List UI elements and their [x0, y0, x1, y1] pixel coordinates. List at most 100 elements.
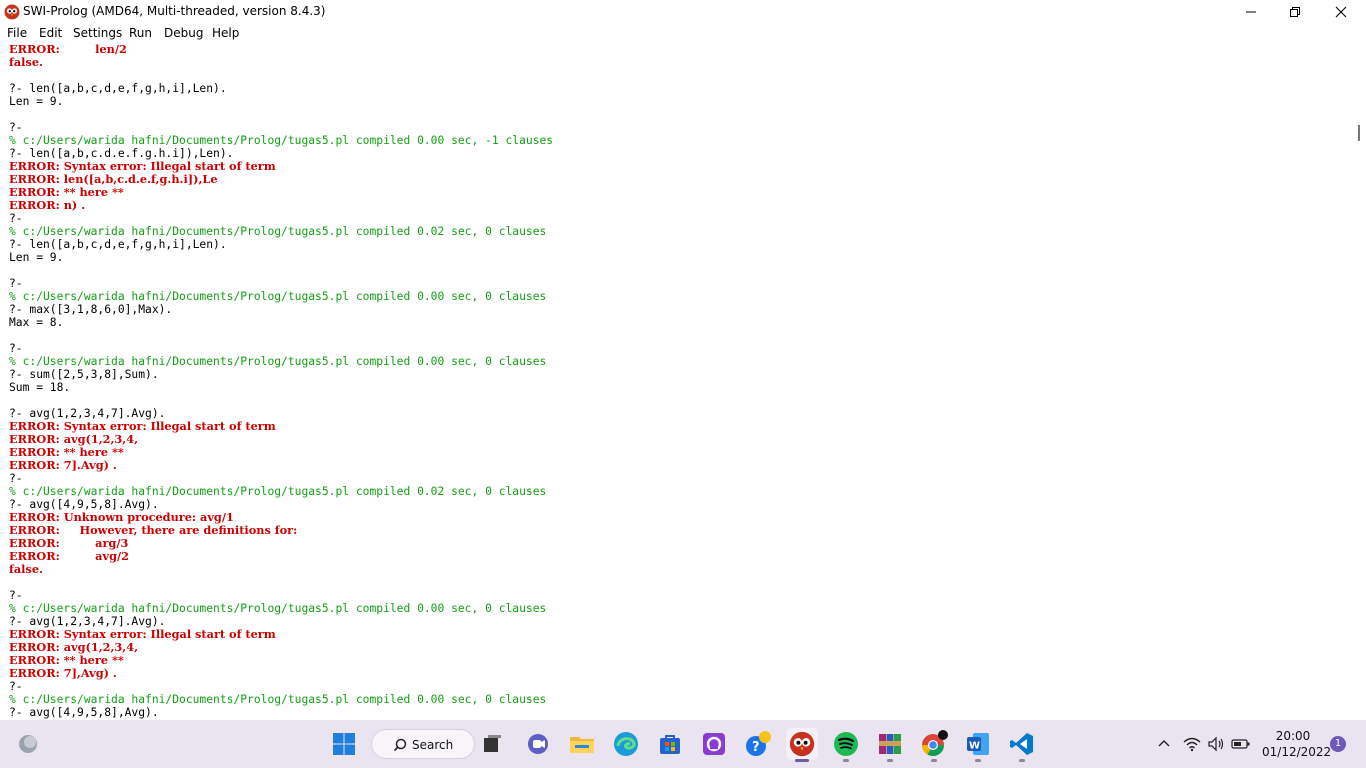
- clock-time: 20:00: [1275, 729, 1311, 743]
- console-line: ?- len([a,b,c,d,e,f,g,h,i],Len).: [9, 82, 227, 95]
- console-line: Len = 9.: [9, 251, 64, 264]
- console-comment-line: % c:/Users/warida hafni/Documents/Prolog…: [9, 134, 554, 147]
- help-icon: ?: [746, 731, 771, 756]
- scrollbar-thumb[interactable]: [1358, 125, 1360, 141]
- console-error-line: ERROR: 7].Avg) .: [9, 458, 117, 472]
- taskbar-app-chat[interactable]: [522, 728, 554, 760]
- console-error-line: ERROR: 7],Avg) .: [9, 666, 117, 680]
- console-line: ?- max([3,1,8,6,0],Max).: [9, 303, 173, 316]
- taskbar-app-edge[interactable]: [610, 728, 642, 760]
- active-indicator: [795, 759, 809, 762]
- clock-date: 01/12/2022: [1262, 745, 1332, 759]
- svg-text:W: W: [969, 741, 980, 752]
- taskbar-search[interactable]: Search: [371, 729, 475, 759]
- svg-text:?: ?: [752, 740, 760, 755]
- vertical-scrollbar[interactable]: [1352, 43, 1366, 720]
- console-line: ?-: [9, 342, 23, 355]
- console-line: ?-: [9, 277, 23, 290]
- menu-edit[interactable]: Edit: [39, 26, 62, 40]
- console-line: Len = 9.: [9, 95, 64, 108]
- console-line: ?-: [9, 472, 23, 485]
- taskbar-app-file-explorer[interactable]: [566, 728, 598, 760]
- console-error-line: false.: [9, 562, 43, 576]
- word-icon: W: [967, 733, 989, 755]
- battery-icon: [1231, 739, 1250, 749]
- network-status[interactable]: [1180, 728, 1204, 760]
- windows-start-icon: [333, 733, 355, 755]
- edge-icon: [614, 732, 638, 756]
- store-icon: [660, 735, 680, 754]
- taskbar-app-purple[interactable]: [698, 728, 730, 760]
- console-line: ?- avg([4,9,5,8],Avg).: [9, 706, 159, 719]
- spotify-icon: [834, 732, 858, 756]
- running-indicator: [887, 759, 893, 762]
- teams-chat-icon: [528, 734, 548, 754]
- console-comment-line: % c:/Users/warida hafni/Documents/Prolog…: [9, 602, 547, 615]
- console-error-line: false.: [9, 55, 43, 69]
- console-line: Max = 8.: [9, 316, 64, 329]
- console-line: ?-: [9, 212, 23, 225]
- console-comment-line: % c:/Users/warida hafni/Documents/Prolog…: [9, 355, 547, 368]
- close-button[interactable]: [1318, 0, 1364, 24]
- window-title: SWI-Prolog (AMD64, Multi-threaded, versi…: [23, 4, 326, 18]
- speaker-icon: [1208, 736, 1224, 752]
- weather-icon: [19, 735, 37, 753]
- menu-bar: File Edit Settings Run Debug Help: [0, 24, 1366, 43]
- taskbar-app-word[interactable]: W: [962, 728, 994, 762]
- restore-button[interactable]: [1272, 0, 1318, 24]
- console-comment-line: % c:/Users/warida hafni/Documents/Prolog…: [9, 290, 547, 303]
- console-line: ?-: [9, 589, 23, 602]
- running-indicator: [975, 759, 981, 762]
- running-indicator: [1019, 759, 1025, 762]
- taskbar: Search ? W 20:00 01/12/2022 1: [0, 720, 1366, 768]
- volume-control[interactable]: [1204, 728, 1228, 760]
- clock[interactable]: 20:00 01/12/2022: [1262, 728, 1332, 760]
- search-label: Search: [412, 738, 454, 752]
- task-view-icon: [484, 735, 501, 752]
- menu-help[interactable]: Help: [212, 26, 239, 40]
- taskbar-app-winrar[interactable]: [874, 728, 906, 762]
- menu-run[interactable]: Run: [129, 26, 152, 40]
- taskbar-app-start[interactable]: [328, 728, 360, 760]
- taskbar-app-store[interactable]: [654, 728, 686, 760]
- console-line: ?-: [9, 680, 23, 693]
- battery-status[interactable]: [1228, 728, 1254, 760]
- console-line: ?-: [9, 121, 23, 134]
- running-indicator: [931, 759, 937, 762]
- console-line: ?- sum([2,5,3,8],Sum).: [9, 368, 159, 381]
- menu-settings[interactable]: Settings: [73, 26, 122, 40]
- taskbar-app-get-help[interactable]: ?: [742, 728, 774, 760]
- menu-debug[interactable]: Debug: [164, 26, 203, 40]
- search-icon: [393, 738, 407, 752]
- console-output[interactable]: ERROR: len/2 false. ?- len([a,b,c,d,e,f,g,…: [0, 43, 1352, 720]
- folder-icon: [570, 737, 594, 753]
- console-comment-line: % c:/Users/warida hafni/Documents/Prolog…: [9, 225, 547, 238]
- console-error-line: ERROR: n) .: [9, 198, 86, 212]
- weather-widget[interactable]: [12, 728, 44, 760]
- minimize-icon: [1246, 11, 1256, 13]
- taskbar-app-swi-prolog[interactable]: [786, 728, 818, 762]
- console-comment-line: % c:/Users/warida hafni/Documents/Prolog…: [9, 485, 547, 498]
- taskbar-app-chrome[interactable]: [918, 728, 950, 762]
- show-hidden-icons-button[interactable]: [1150, 728, 1178, 760]
- console-line: ?- len([a,b,c,d,e,f,g,h,i],Len).: [9, 238, 227, 251]
- taskbar-app-task-view[interactable]: [476, 728, 508, 760]
- running-indicator: [843, 759, 849, 762]
- swi-prolog-icon: [789, 731, 815, 757]
- taskbar-app-vscode[interactable]: [1006, 728, 1038, 762]
- winrar-icon: [879, 734, 901, 754]
- taskbar-app-spotify[interactable]: [830, 728, 862, 762]
- close-icon: [1335, 6, 1347, 18]
- vscode-icon: [1010, 733, 1033, 755]
- notification-badge[interactable]: 1: [1330, 736, 1346, 752]
- minimize-button[interactable]: [1228, 0, 1274, 24]
- chevron-up-icon: [1158, 740, 1170, 747]
- console-comment-line: % c:/Users/warida hafni/Documents/Prolog…: [9, 693, 547, 706]
- title-bar: SWI-Prolog (AMD64, Multi-threaded, versi…: [0, 0, 1366, 24]
- console-line: Sum = 18.: [9, 381, 71, 394]
- menu-file[interactable]: File: [7, 26, 27, 40]
- restore-icon: [1290, 7, 1300, 17]
- chrome-icon: [922, 730, 948, 756]
- wifi-icon: [1183, 737, 1201, 752]
- swi-prolog-owl-icon: [4, 4, 20, 20]
